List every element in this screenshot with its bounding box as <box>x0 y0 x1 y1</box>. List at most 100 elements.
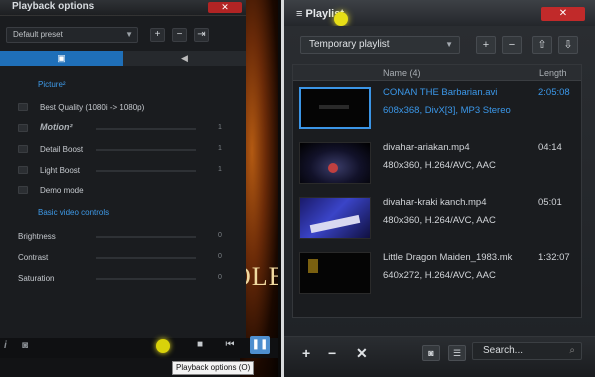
column-length-header[interactable]: Length <box>539 68 567 78</box>
remove-preset-button[interactable]: − <box>172 28 187 42</box>
snapshot-button[interactable]: ◙ <box>422 345 440 361</box>
previous-icon: ⏮ <box>225 339 235 350</box>
plus-icon: + <box>482 39 490 51</box>
contrast-value: 0 <box>218 253 222 260</box>
saturation-value: 0 <box>218 274 222 281</box>
item-name: Little Dragon Maiden_1983.mk <box>383 252 513 263</box>
preset-dropdown[interactable]: Default preset ▼ <box>6 27 138 43</box>
playlist-select-value: Temporary playlist <box>309 39 390 50</box>
item-info: 480x360, H.264/AVC, AAC <box>383 215 496 226</box>
window-title: Playback options <box>12 1 95 12</box>
playlist-close-button[interactable]: ✕ <box>541 7 585 21</box>
preset-value: Default preset <box>13 30 63 39</box>
camera-icon[interactable]: ◙ <box>22 340 28 351</box>
arrow-down-icon: ⇩ <box>563 39 573 51</box>
motion-value: 1 <box>218 124 222 131</box>
stop-icon: ■ <box>196 339 204 350</box>
item-name: divahar-ariakan.mp4 <box>383 142 470 153</box>
detail-boost-slider[interactable] <box>96 149 196 151</box>
add-item-button[interactable]: + <box>302 345 310 361</box>
playback-options-window: OLE Playback options ✕ Default preset ▼ … <box>0 0 278 377</box>
pause-button[interactable]: ❚❚ <box>250 336 270 354</box>
thumbnail-figure <box>328 163 338 173</box>
clear-list-button[interactable]: ✕ <box>356 345 368 362</box>
light-boost-checkbox[interactable] <box>18 166 28 174</box>
stop-button[interactable]: ■ <box>192 338 208 352</box>
item-name: divahar-kraki kanch.mp4 <box>383 197 487 208</box>
thumbnail-figure <box>309 214 361 234</box>
detail-boost-checkbox[interactable] <box>18 145 28 153</box>
info-icon[interactable]: i <box>4 340 7 351</box>
best-quality-label: Best Quality (1080i -> 1080p) <box>40 103 145 112</box>
search-input[interactable]: Search... ⌕ <box>472 342 582 360</box>
playlist-item[interactable]: CONAN THE Barbarian.avi 608x368, DivX[3]… <box>293 83 581 135</box>
light-boost-value: 1 <box>218 166 222 173</box>
basic-video-controls-header[interactable]: Basic video controls <box>38 208 109 217</box>
video-thumbnail <box>299 197 371 239</box>
saturation-slider[interactable] <box>96 278 196 280</box>
light-boost-slider[interactable] <box>96 170 196 172</box>
arrow-up-icon: ⇧ <box>537 39 547 51</box>
import-icon: ⇥ <box>197 29 206 40</box>
close-button[interactable]: ✕ <box>208 2 242 13</box>
video-thumbnail <box>299 252 371 294</box>
motion-checkbox[interactable] <box>18 124 28 132</box>
search-icon: ⌕ <box>569 345 575 356</box>
best-quality-checkbox[interactable] <box>18 103 28 111</box>
import-preset-button[interactable]: ⇥ <box>194 28 209 42</box>
tab-video[interactable]: ▣ <box>0 51 123 66</box>
list-view-button[interactable]: ☰ <box>448 345 466 361</box>
add-playlist-button[interactable]: + <box>476 36 496 54</box>
remove-playlist-button[interactable]: − <box>502 36 522 54</box>
search-placeholder: Search... <box>483 345 524 356</box>
cursor-highlight <box>334 12 348 26</box>
tooltip-playback-options: Playback options (O) <box>172 361 254 375</box>
playlist-select[interactable]: Temporary playlist ▼ <box>300 36 460 54</box>
playlist-item[interactable]: divahar-ariakan.mp4 480x360, H.264/AVC, … <box>293 138 581 190</box>
brightness-value: 0 <box>218 232 222 239</box>
item-length: 1:32:07 <box>538 252 570 263</box>
playlist-item[interactable]: divahar-kraki kanch.mp4 480x360, H.264/A… <box>293 193 581 245</box>
thumbnail-figure <box>308 259 318 273</box>
remove-item-button[interactable]: − <box>328 345 336 361</box>
move-down-button[interactable]: ⇩ <box>558 36 578 54</box>
add-preset-button[interactable]: + <box>150 28 165 42</box>
playback-options-titlebar[interactable]: Playback options ✕ <box>0 0 246 16</box>
picture-section-header[interactable]: Picture² <box>38 80 66 89</box>
previous-button[interactable]: ⏮ <box>222 338 238 352</box>
plus-icon: + <box>154 29 161 40</box>
item-name: CONAN THE Barbarian.avi <box>383 87 498 98</box>
column-name-header[interactable]: Name (4) <box>383 68 421 78</box>
detail-boost-label: Detail Boost <box>40 145 84 154</box>
contrast-slider[interactable] <box>96 257 196 259</box>
plus-icon: + <box>302 345 311 361</box>
playlist-bottom-bar: + − ✕ ◙ ☰ Search... ⌕ <box>284 336 595 377</box>
light-boost-label: Light Boost <box>40 166 81 175</box>
demo-mode-checkbox[interactable] <box>18 186 28 194</box>
demo-mode-label: Demo mode <box>40 186 84 195</box>
tab-audio[interactable]: ◀ <box>123 51 246 66</box>
saturation-label: Saturation <box>18 274 55 283</box>
video-thumbnail <box>299 87 371 129</box>
detail-boost-value: 1 <box>218 145 222 152</box>
playback-options-button[interactable] <box>156 339 170 353</box>
item-length: 2:05:08 <box>538 87 570 98</box>
playlist-window: ≡ Playlist ✕ Temporary playlist ▼ + − ⇧ … <box>281 0 595 377</box>
chevron-down-icon: ▼ <box>445 40 453 49</box>
item-length: 04:14 <box>538 142 562 153</box>
motion-slider[interactable] <box>96 128 196 130</box>
playlist-titlebar[interactable]: ≡ Playlist ✕ <box>284 0 595 26</box>
minus-icon: − <box>508 39 516 51</box>
video-thumbnail <box>299 142 371 184</box>
motion-label: Motion² <box>40 122 73 132</box>
move-up-button[interactable]: ⇧ <box>532 36 552 54</box>
thumbnail-text-decoration <box>319 105 349 109</box>
brightness-slider[interactable] <box>96 236 196 238</box>
playlist-list: Name (4) Length CONAN THE Barbarian.avi … <box>292 64 582 318</box>
item-length: 05:01 <box>538 197 562 208</box>
chevron-down-icon: ▼ <box>125 30 133 39</box>
item-info: 608x368, DivX[3], MP3 Stereo <box>383 105 511 116</box>
playlist-item[interactable]: Little Dragon Maiden_1983.mk 640x272, H.… <box>293 248 581 300</box>
item-info: 640x272, H.264/AVC, AAC <box>383 270 496 281</box>
playlist-header: Name (4) Length <box>293 65 581 81</box>
